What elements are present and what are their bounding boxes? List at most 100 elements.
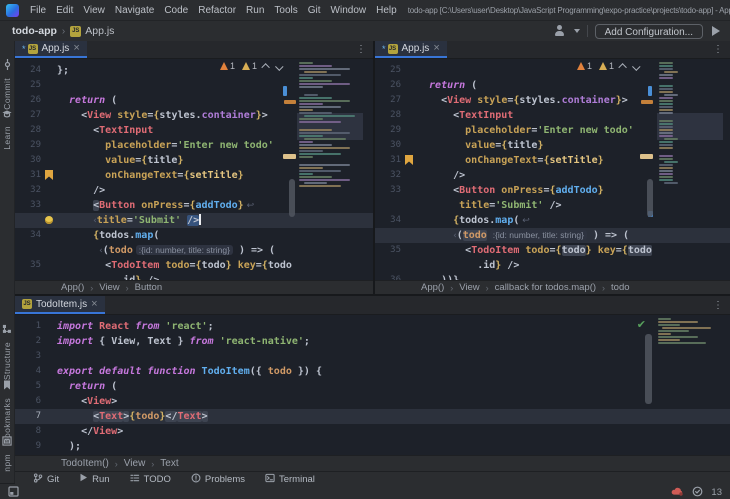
sync-error-cloud-icon[interactable] bbox=[671, 486, 684, 499]
line-number[interactable] bbox=[375, 198, 401, 213]
menu-item-file[interactable]: File bbox=[25, 5, 51, 16]
line-number[interactable]: 27 bbox=[15, 108, 41, 123]
scrollbar-thumb[interactable] bbox=[647, 179, 653, 217]
breadcrumb-item[interactable]: Text bbox=[160, 458, 178, 469]
line-number[interactable]: 26 bbox=[375, 78, 401, 93]
breadcrumb-item[interactable]: callback for todos.map() bbox=[495, 282, 596, 293]
menu-item-window[interactable]: Window bbox=[326, 5, 372, 16]
line-number[interactable]: 34 bbox=[15, 228, 41, 243]
menu-item-refactor[interactable]: Refactor bbox=[193, 5, 241, 16]
code-line[interactable]: 10} bbox=[15, 454, 730, 455]
dropdown-caret-icon[interactable] bbox=[573, 29, 580, 33]
menu-item-view[interactable]: View bbox=[78, 5, 110, 16]
code-line[interactable]: 1 import React from 'react'; bbox=[15, 319, 730, 334]
warning-badge[interactable]: 1 bbox=[219, 61, 235, 71]
breadcrumb-item[interactable]: View bbox=[459, 282, 479, 293]
breadcrumb-item[interactable]: App() bbox=[421, 282, 444, 293]
bookmark-icon[interactable] bbox=[45, 170, 53, 180]
line-number[interactable]: 10 bbox=[15, 454, 41, 455]
menu-item-code[interactable]: Code bbox=[159, 5, 193, 16]
run-play-icon[interactable] bbox=[712, 26, 720, 36]
warning-badge[interactable]: 1 bbox=[598, 61, 614, 71]
line-number[interactable]: 28 bbox=[375, 108, 401, 123]
menu-item-help[interactable]: Help bbox=[371, 5, 402, 16]
line-number[interactable]: 32 bbox=[15, 183, 41, 198]
close-icon[interactable] bbox=[433, 43, 439, 54]
tab-todoitem-js[interactable]: TodoItem.js bbox=[15, 296, 105, 314]
prev-issue-icon[interactable] bbox=[261, 63, 270, 72]
code-line[interactable]: 9); bbox=[15, 439, 730, 454]
breadcrumb-item[interactable]: View bbox=[124, 458, 146, 469]
line-number[interactable]: 27 bbox=[375, 93, 401, 108]
line-number[interactable] bbox=[15, 213, 41, 228]
intention-bulb-icon[interactable] bbox=[45, 216, 53, 224]
tab-app-js-left[interactable]: App.js bbox=[15, 41, 87, 58]
line-number[interactable]: 29 bbox=[375, 123, 401, 138]
tool-windows-icon[interactable] bbox=[8, 485, 19, 499]
line-number[interactable]: 33 bbox=[15, 198, 41, 213]
line-number[interactable]: 28 bbox=[15, 123, 41, 138]
menu-item-git[interactable]: Git bbox=[303, 5, 326, 16]
menu-item-tools[interactable]: Tools bbox=[269, 5, 302, 16]
line-number[interactable]: 2 bbox=[15, 334, 41, 349]
line-number[interactable]: 8 bbox=[15, 424, 41, 439]
line-number[interactable]: 9 bbox=[15, 439, 41, 454]
code-line[interactable]: 8 </View> bbox=[15, 424, 730, 439]
line-number[interactable]: 4 bbox=[15, 364, 41, 379]
add-configuration-button[interactable]: Add Configuration... bbox=[594, 23, 703, 39]
code-editor-bottom[interactable]: 1 import React from 'react'; 2 import { Vie… bbox=[15, 315, 730, 455]
line-number[interactable]: 1 bbox=[15, 319, 41, 334]
line-number[interactable]: 24 bbox=[15, 63, 41, 78]
code-line[interactable]: 5 return ( bbox=[15, 379, 730, 394]
warning-badge[interactable]: 1 bbox=[576, 61, 592, 71]
warning-badge[interactable]: 1 bbox=[241, 61, 257, 71]
more-options-icon[interactable] bbox=[713, 44, 730, 55]
line-number[interactable]: 7 bbox=[15, 409, 41, 424]
tab-app-js-right[interactable]: App.js bbox=[375, 41, 447, 58]
toolwindow-button-terminal[interactable]: Terminal bbox=[265, 473, 315, 486]
line-number[interactable]: 35 bbox=[15, 258, 41, 273]
scrollbar-thumb[interactable] bbox=[289, 179, 295, 217]
line-number[interactable]: 29 bbox=[15, 138, 41, 153]
line-number[interactable]: 30 bbox=[375, 138, 401, 153]
line-number[interactable]: 25 bbox=[15, 78, 41, 93]
code-editor-left[interactable]: 24}; 25 26 return (27 <View style={styles.co… bbox=[15, 59, 373, 280]
line-number[interactable]: 32 bbox=[375, 168, 401, 183]
line-number[interactable] bbox=[375, 228, 401, 243]
line-number[interactable]: 33 bbox=[375, 183, 401, 198]
more-options-icon[interactable] bbox=[356, 44, 373, 55]
prev-issue-icon[interactable] bbox=[618, 63, 627, 72]
line-number[interactable]: 25 bbox=[375, 63, 401, 78]
line-number[interactable]: 26 bbox=[15, 93, 41, 108]
breadcrumb-file[interactable]: App.js bbox=[85, 25, 114, 37]
event-clock-icon[interactable] bbox=[692, 486, 703, 499]
more-options-icon[interactable] bbox=[713, 300, 730, 311]
breadcrumb-item[interactable]: TodoItem() bbox=[61, 458, 109, 469]
line-number[interactable]: 35 bbox=[375, 243, 401, 258]
minimap[interactable] bbox=[656, 317, 718, 453]
inspections-widget[interactable]: 11 bbox=[219, 61, 284, 72]
toolwindow-button-git[interactable]: Git bbox=[33, 472, 59, 486]
line-number[interactable] bbox=[15, 243, 41, 258]
line-number[interactable]: 30 bbox=[15, 153, 41, 168]
events-count[interactable]: 13 bbox=[711, 487, 722, 498]
code-line[interactable]: 3 bbox=[15, 349, 730, 364]
line-number[interactable] bbox=[15, 273, 41, 280]
stripe-item-learn[interactable]: Learn bbox=[0, 105, 14, 150]
toolwindow-button-run[interactable]: Run bbox=[79, 473, 110, 485]
line-number[interactable]: 6 bbox=[15, 394, 41, 409]
code-line[interactable]: 7 <Text>{todo}</Text> bbox=[15, 409, 730, 424]
scrollbar-thumb[interactable] bbox=[645, 334, 652, 404]
breadcrumb-project[interactable]: todo-app bbox=[12, 25, 57, 37]
stripe-item-commit[interactable]: Commit bbox=[0, 57, 14, 110]
app-icon[interactable] bbox=[6, 3, 19, 17]
line-number[interactable]: 34 bbox=[375, 213, 401, 228]
code-line[interactable]: 6 <View> bbox=[15, 394, 730, 409]
next-issue-icon[interactable] bbox=[275, 62, 284, 71]
menu-item-edit[interactable]: Edit bbox=[51, 5, 78, 16]
next-issue-icon[interactable] bbox=[632, 62, 641, 71]
toolwindow-button-todo[interactable]: TODO bbox=[129, 473, 171, 486]
toolwindow-button-problems[interactable]: Problems bbox=[191, 473, 245, 486]
line-number[interactable]: 5 bbox=[15, 379, 41, 394]
menu-item-navigate[interactable]: Navigate bbox=[110, 5, 159, 16]
